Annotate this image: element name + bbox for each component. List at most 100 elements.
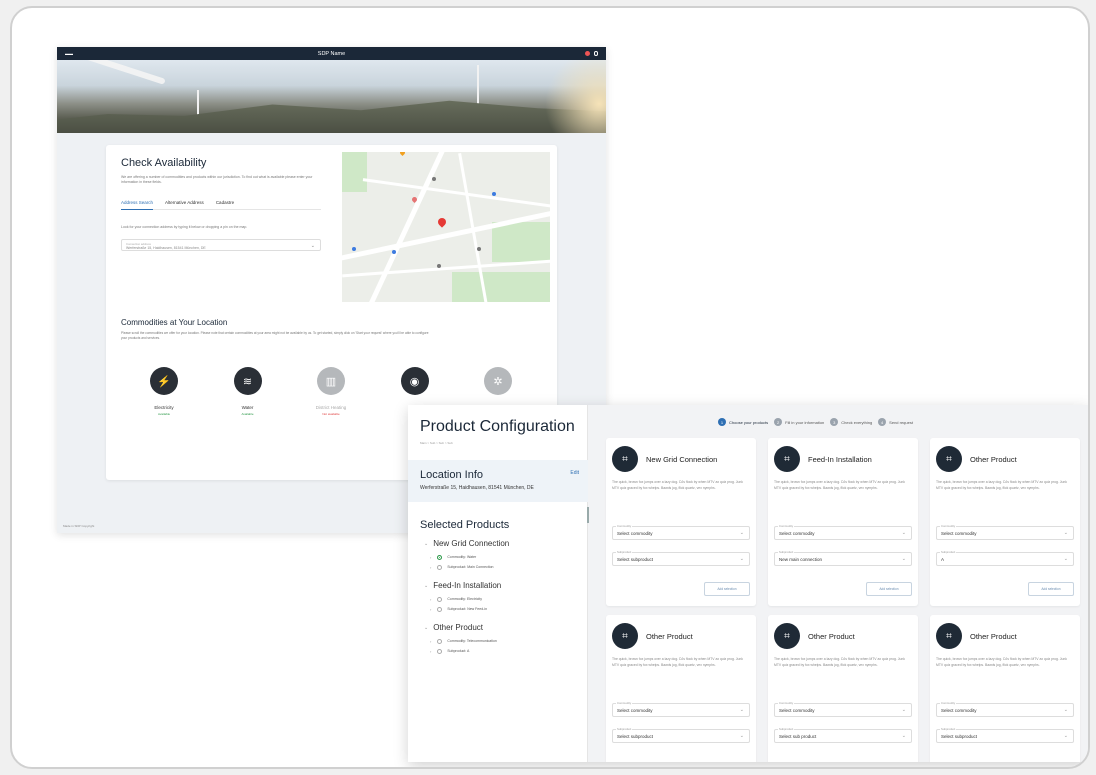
product-card: ⌗ Other Product The quick, brown fox jump…: [606, 615, 756, 762]
field-value: Select commodity: [617, 708, 653, 713]
tab-alternative-address[interactable]: Alternative Address: [165, 200, 204, 205]
app-title: SDP Name: [317, 50, 346, 57]
antenna-icon: ✲: [484, 367, 512, 395]
location-info: Location Info Edit Werferstraße 15, Haid…: [408, 460, 588, 502]
location-address: Werferstraße 15, Haidhausen, 81541 Münch…: [420, 485, 534, 491]
tree-group-label: Feed-In Installation: [433, 581, 502, 590]
product-card: ⌗ Other Product The quick, brown fox jump…: [930, 615, 1080, 762]
field-label: Commodity: [940, 701, 957, 705]
commodity-status: Available: [157, 412, 171, 416]
gas-drop-icon: ◉: [400, 367, 429, 395]
tree-item[interactable]: › Commodity: Electricity: [430, 594, 584, 604]
product-card: ⌗ Other Product The quick, brown fox jump…: [930, 438, 1080, 606]
add-selection-button[interactable]: Add selection: [866, 582, 912, 596]
step-1[interactable]: 1 Choose your products: [718, 418, 768, 426]
edit-location-link[interactable]: Edit: [570, 470, 579, 476]
tab-address-search[interactable]: Address Search: [121, 200, 154, 210]
field-value: Select subproduct: [617, 734, 654, 739]
subproduct-select[interactable]: Subproduct Select subproduct ⌄: [612, 727, 750, 743]
chevron-right-icon: ›: [430, 648, 432, 654]
field-label: Subproduct: [940, 550, 957, 554]
field-value: Select subproduct: [941, 734, 978, 739]
product-description: The quick, brown fox jumps over a lazy d…: [774, 480, 905, 490]
tree-item-label: Commodity: Telecommunication: [447, 639, 497, 643]
subproduct-select[interactable]: Subproduct Select subproduct ⌄: [612, 550, 750, 566]
commodity-select[interactable]: Commodity Select commodity ⌄: [936, 524, 1074, 540]
tree-item-label: Commodity: Water: [447, 555, 477, 559]
product-title: New Grid Connection: [646, 454, 718, 464]
chevron-down-icon: ⌄: [310, 243, 315, 249]
step-label: Choose your products: [729, 419, 769, 425]
radio-icon: [437, 564, 443, 570]
sidebar-scrollbar[interactable]: [587, 507, 589, 523]
commodity-select[interactable]: Commodity Select commodity ⌄: [774, 524, 912, 540]
step-4[interactable]: 4 Send request: [878, 418, 913, 426]
step-3[interactable]: 3 Check everything: [830, 418, 872, 426]
map[interactable]: [342, 152, 550, 302]
tab-cadastre[interactable]: Cadastre: [216, 200, 234, 205]
step-label: Send request: [889, 419, 913, 425]
hero-banner: [57, 60, 606, 133]
add-selection-button[interactable]: Add selection: [704, 582, 750, 596]
commodity-select[interactable]: Commodity Select commodity ⌄: [612, 701, 750, 717]
chevron-right-icon: ›: [430, 564, 432, 570]
location-pin-icon[interactable]: [436, 216, 448, 228]
search-tabs: Address Search Alternative Address Cadas…: [121, 200, 321, 210]
product-card: ⌗ Feed-In Installation The quick, brown f…: [768, 438, 918, 606]
tree-item[interactable]: › Commodity: Telecommunication: [430, 636, 584, 646]
tree-group[interactable]: ⌄ Other Product: [424, 623, 584, 632]
chevron-down-icon: ⌄: [901, 556, 906, 562]
step-number: 2: [774, 418, 783, 426]
step-number: 1: [718, 418, 726, 426]
chevron-down-icon: ⌄: [1063, 707, 1068, 713]
product-description: The quick, brown fox jumps over a lazy d…: [612, 480, 743, 490]
chevron-down-icon: ⌄: [739, 707, 744, 713]
water-tap-icon: ≋: [233, 367, 262, 395]
progress-steps: 1 Choose your products 2 Fill in your info…: [718, 418, 913, 426]
breadcrumb[interactable]: Main > Sub > Sub > Sub: [420, 441, 453, 445]
commodity-name: District Heating: [315, 405, 347, 410]
field-value: A: [941, 557, 945, 562]
selected-products-tree: ⌄ New Grid Connection › Commodity: Water ›…: [424, 539, 584, 656]
product-title: Other Product: [646, 631, 693, 641]
radio-icon: [437, 596, 443, 602]
commodity-select[interactable]: Commodity Select commodity ⌄: [774, 701, 912, 717]
commodity-select[interactable]: Commodity Select commodity ⌄: [612, 524, 750, 540]
tree-item[interactable]: › Subproduct: New Feed-in: [430, 604, 584, 614]
plug-icon: ⚡: [150, 367, 178, 395]
commodity-electricity[interactable]: ⚡ Electricity Available: [126, 367, 202, 416]
field-value: Select subproduct: [617, 557, 654, 562]
product-cards-grid: ⌗ New Grid Connection The quick, brown fo…: [606, 438, 1080, 762]
chevron-down-icon: ⌄: [1063, 556, 1068, 562]
commodity-water[interactable]: ≋ Water Available: [210, 367, 286, 416]
tree-group[interactable]: ⌄ New Grid Connection: [424, 539, 584, 548]
commodity-name: Electricity: [154, 405, 174, 410]
add-selection-button[interactable]: Add selection: [1028, 582, 1074, 596]
step-label: Fill in your information: [785, 419, 825, 425]
subproduct-select[interactable]: Subproduct New main connection ⌄: [774, 550, 912, 566]
subproduct-select[interactable]: Subproduct Select subproduct ⌄: [936, 727, 1074, 743]
subproduct-select[interactable]: Subproduct Select sub product ⌄: [774, 727, 912, 743]
field-value: Select commodity: [941, 708, 977, 713]
location-heading: Location Info: [420, 469, 483, 481]
field-label: Subproduct: [616, 727, 633, 731]
chevron-down-icon: ⌄: [1063, 733, 1068, 739]
subproduct-select[interactable]: Subproduct A ⌄: [936, 550, 1074, 566]
tree-item[interactable]: › Subproduct: Main Connection: [430, 562, 584, 572]
commodity-district-heating[interactable]: ▥ District Heating Not available: [293, 367, 369, 416]
product-frame-icon: ⌗: [774, 446, 800, 472]
chevron-right-icon: ›: [430, 596, 432, 602]
tree-group[interactable]: ⌄ Feed-In Installation: [424, 581, 584, 590]
commodity-status: Available: [241, 412, 254, 416]
chevron-down-icon: ⌄: [739, 556, 744, 562]
address-select[interactable]: Connection address Werferstraße 15, Haid…: [121, 239, 321, 251]
check-heading: Check Availability: [121, 157, 207, 169]
commodity-select[interactable]: Commodity Select commodity ⌄: [936, 701, 1074, 717]
tree-item[interactable]: › Commodity: Water: [430, 552, 584, 562]
top-bar: ▬▬ SDP Name: [57, 47, 606, 60]
tree-item[interactable]: › Subproduct: A: [430, 646, 584, 656]
chevron-down-icon: ⌄: [739, 733, 744, 739]
chevron-down-icon: ⌄: [1063, 530, 1068, 536]
product-frame-icon: ⌗: [612, 623, 638, 649]
step-2[interactable]: 2 Fill in your information: [774, 418, 824, 426]
